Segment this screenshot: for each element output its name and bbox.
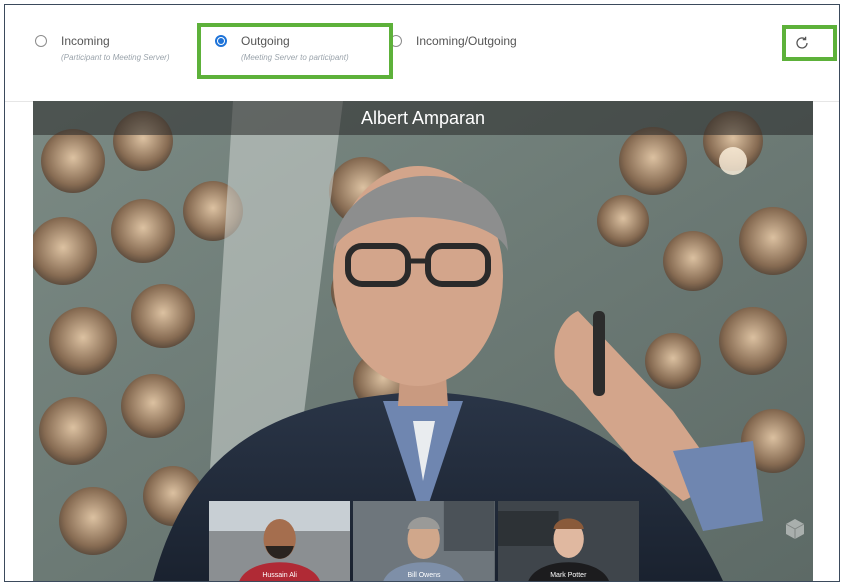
participant-video <box>353 501 495 581</box>
refresh-button[interactable] <box>782 25 837 61</box>
participant-thumbnail[interactable]: Hussain Ali <box>209 501 351 581</box>
incoming-radio[interactable] <box>35 35 47 47</box>
cube-logo-icon <box>785 519 805 539</box>
participant-name: Hussain Ali <box>262 572 297 579</box>
speaker-name-bar: Albert Amparan <box>33 101 813 135</box>
incoming-sublabel: (Participant to Meeting Server) <box>61 53 170 62</box>
speaker-name: Albert Amparan <box>360 108 486 128</box>
incoming-outgoing-label: Incoming/Outgoing <box>416 34 517 48</box>
incoming-label: Incoming <box>61 34 110 48</box>
option-incoming[interactable]: Incoming (Participant to Meeting Server) <box>35 33 170 62</box>
participant-thumbnail[interactable]: Bill Owens <box>353 501 495 581</box>
main-video: Albert Amparan Hussain Ali Bill Owens Ma… <box>33 101 813 581</box>
media-stream-panel: Incoming (Participant to Meeting Server)… <box>4 4 840 582</box>
participant-name: Bill Owens <box>407 572 441 579</box>
option-incoming-outgoing[interactable]: Incoming/Outgoing <box>390 33 517 49</box>
refresh-highlight-box <box>782 25 837 61</box>
stream-direction-bar: Incoming (Participant to Meeting Server)… <box>5 5 839 95</box>
participant-video <box>209 501 351 581</box>
participant-thumbnails: Hussain Ali Bill Owens Mark Potter <box>209 501 639 581</box>
participant-thumbnail[interactable]: Mark Potter <box>497 501 639 581</box>
outgoing-highlight-box <box>197 23 393 79</box>
participant-video <box>497 501 639 581</box>
participant-name: Mark Potter <box>550 572 587 579</box>
